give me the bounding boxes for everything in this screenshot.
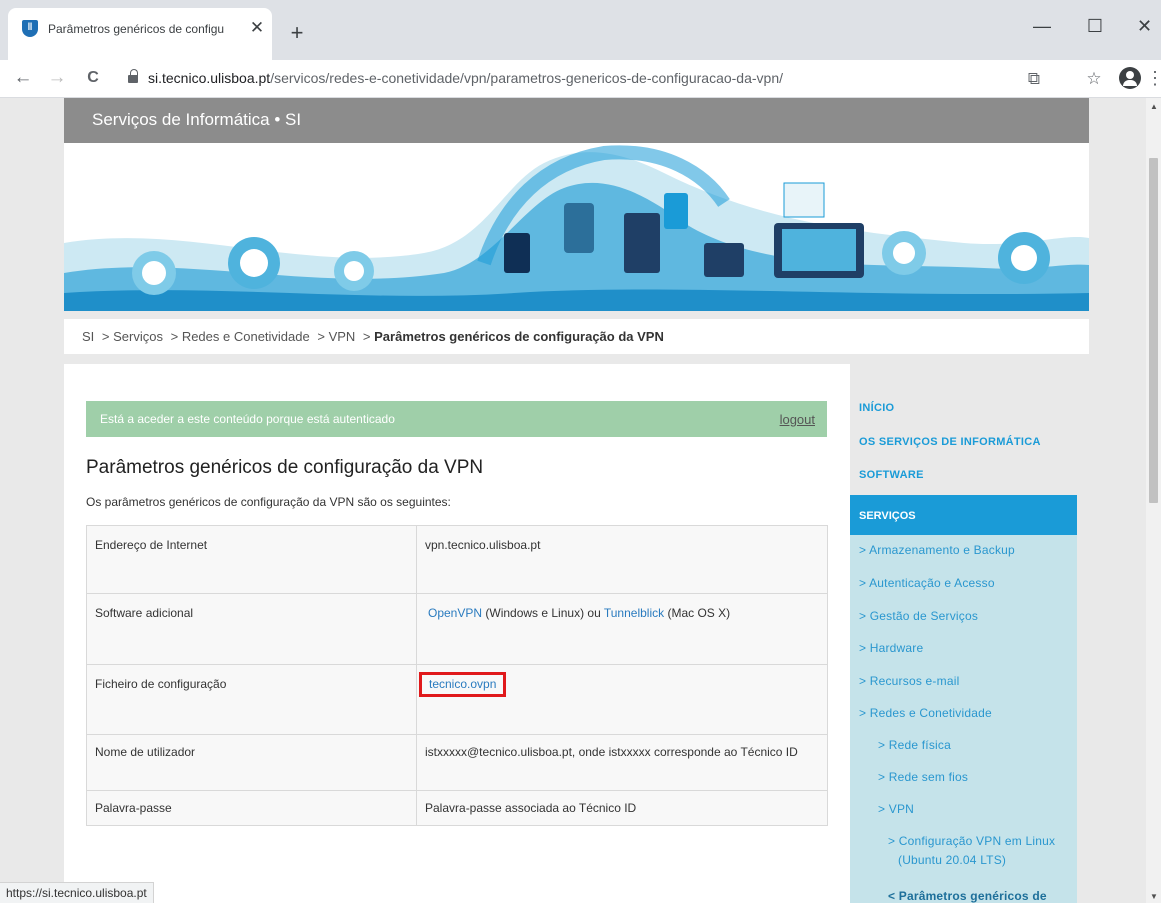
- profile-avatar-icon[interactable]: [1119, 67, 1141, 89]
- table-row: Software adicional OpenVPN (Windows e Li…: [86, 593, 828, 665]
- browser-toolbar: ← → C si.tecnico.ulisboa.pt/servicos/red…: [0, 60, 1161, 98]
- sidebar-item-rede-fisica[interactable]: > Rede física: [878, 738, 951, 752]
- table-row: Palavra-passe Palavra-passe associada ao…: [86, 790, 828, 826]
- forward-button[interactable]: →: [44, 64, 70, 92]
- sidebar-item-redes[interactable]: > Redes e Conetividade: [859, 706, 992, 720]
- param-key: Endereço de Internet: [86, 525, 417, 594]
- reload-button[interactable]: C: [80, 64, 106, 92]
- sidebar-item-servicos[interactable]: SERVIÇOS: [850, 495, 1077, 535]
- sidebar-item-servicos-informatica[interactable]: OS SERVIÇOS DE INFORMÁTICA: [859, 436, 1041, 448]
- banner-wave-illustration: [64, 145, 1089, 311]
- sidebar-item-parametros[interactable]: < Parâmetros genéricos de: [888, 889, 1047, 903]
- param-value: Palavra-passe associada ao Técnico ID: [416, 790, 828, 826]
- breadcrumb: SI > Serviços > Redes e Conetividade > V…: [64, 319, 1089, 354]
- breadcrumb-si[interactable]: SI: [82, 329, 94, 344]
- site-header: Serviços de Informática • SI: [64, 98, 1089, 143]
- param-value: OpenVPN (Windows e Linux) ou Tunnelblick…: [416, 593, 828, 665]
- minimize-button[interactable]: —: [1022, 14, 1062, 42]
- scroll-up-icon[interactable]: ▲: [1150, 102, 1158, 111]
- breadcrumb-servicos[interactable]: > Serviços: [102, 329, 163, 344]
- maximize-button[interactable]: ☐: [1075, 14, 1115, 42]
- sidebar-item-autenticacao[interactable]: > Autenticação e Acesso: [859, 576, 995, 590]
- close-window-button[interactable]: ✕: [1128, 14, 1161, 42]
- auth-notice: Está a aceder a este conteúdo porque est…: [86, 401, 827, 437]
- url-path: /servicos/redes-e-conetividade/vpn/param…: [270, 70, 783, 86]
- browser-menu-icon[interactable]: ⋮: [1146, 68, 1161, 90]
- main-content: Está a aceder a este conteúdo porque est…: [64, 364, 850, 903]
- table-row: Ficheiro de configuração tecnico.ovpn: [86, 664, 828, 735]
- sidebar-item-vpn[interactable]: > VPN: [878, 802, 914, 816]
- param-value-text: (Windows e Linux) ou: [482, 606, 604, 620]
- breadcrumb-separator: >: [362, 329, 375, 344]
- scroll-thumb[interactable]: [1149, 158, 1158, 503]
- breadcrumb-current: Parâmetros genéricos de configuração da …: [374, 329, 664, 344]
- sidebar-item-vpn-linux-sub[interactable]: (Ubuntu 20.04 LTS): [898, 853, 1006, 867]
- scroll-down-icon[interactable]: ▼: [1150, 892, 1158, 901]
- sidebar-item-email[interactable]: > Recursos e-mail: [859, 674, 959, 688]
- logout-link[interactable]: logout: [780, 412, 815, 427]
- sidebar-item-software[interactable]: SOFTWARE: [859, 469, 924, 481]
- site-favicon-icon: ǁ: [22, 20, 38, 37]
- browser-tab-bar: ǁ Parâmetros genéricos de configu ✕ + — …: [0, 0, 1161, 60]
- browser-tab[interactable]: ǁ Parâmetros genéricos de configu ✕: [8, 8, 272, 60]
- sidebar-item-inicio[interactable]: INÍCIO: [859, 402, 894, 414]
- sidebar-section-label: SERVIÇOS: [859, 510, 916, 522]
- lock-icon: [128, 69, 138, 83]
- config-file-link[interactable]: tecnico.ovpn: [419, 672, 507, 697]
- address-bar[interactable]: si.tecnico.ulisboa.pt/servicos/redes-e-c…: [118, 65, 1018, 93]
- new-tab-button[interactable]: +: [284, 20, 310, 46]
- site-title[interactable]: Serviços de Informática • SI: [92, 110, 301, 130]
- status-bar-url: https://si.tecnico.ulisboa.pt: [0, 882, 154, 903]
- table-row: Nome de utilizador istxxxxx@tecnico.ulis…: [86, 734, 828, 791]
- params-table: Endereço de Internet vpn.tecnico.ulisboa…: [86, 525, 828, 826]
- breadcrumb-vpn[interactable]: > VPN: [317, 329, 355, 344]
- sidebar: INÍCIO OS SERVIÇOS DE INFORMÁTICA SOFTWA…: [850, 364, 1077, 903]
- page-scrollbar[interactable]: ▲ ▼: [1146, 98, 1161, 903]
- param-value: istxxxxx@tecnico.ulisboa.pt, onde istxxx…: [416, 734, 828, 791]
- auth-message: Está a aceder a este conteúdo porque est…: [100, 412, 395, 426]
- param-value: vpn.tecnico.ulisboa.pt: [416, 525, 828, 594]
- bookmark-star-icon[interactable]: ☆: [1083, 68, 1105, 90]
- param-key: Palavra-passe: [86, 790, 417, 826]
- services-submenu: > Armazenamento e Backup > Autenticação …: [850, 535, 1077, 903]
- sidebar-item-hardware[interactable]: > Hardware: [859, 641, 923, 655]
- page-title: Parâmetros genéricos de configuração da …: [86, 457, 484, 478]
- intro-text: Os parâmetros genéricos de configuração …: [86, 495, 451, 509]
- back-button[interactable]: ←: [10, 64, 36, 92]
- param-key: Ficheiro de configuração: [86, 664, 417, 735]
- tunnelblick-link[interactable]: Tunnelblick: [604, 606, 664, 620]
- tab-title: Parâmetros genéricos de configu: [48, 22, 225, 36]
- tab-close-icon[interactable]: ✕: [248, 17, 266, 39]
- param-key: Nome de utilizador: [86, 734, 417, 791]
- table-row: Endereço de Internet vpn.tecnico.ulisboa…: [86, 525, 828, 594]
- url-host: si.tecnico.ulisboa.pt: [148, 70, 271, 86]
- page-viewport: Serviços de Informática • SI SI > Serviç: [0, 98, 1161, 903]
- sidebar-item-armazenamento[interactable]: > Armazenamento e Backup: [859, 543, 1015, 557]
- translate-icon[interactable]: ⧉: [1023, 68, 1045, 90]
- sidebar-item-rede-sem-fios[interactable]: > Rede sem fios: [878, 770, 968, 784]
- param-value-text: (Mac OS X): [664, 606, 731, 620]
- banner-image: [64, 143, 1089, 311]
- param-key: Software adicional: [86, 593, 417, 665]
- param-value: tecnico.ovpn: [416, 664, 828, 735]
- url-text: si.tecnico.ulisboa.pt/servicos/redes-e-c…: [148, 70, 783, 86]
- breadcrumb-redes[interactable]: > Redes e Conetividade: [171, 329, 310, 344]
- openvpn-link[interactable]: OpenVPN: [428, 606, 482, 620]
- sidebar-item-gestao[interactable]: > Gestão de Serviços: [859, 609, 978, 623]
- sidebar-item-vpn-linux[interactable]: > Configuração VPN em Linux: [888, 834, 1055, 848]
